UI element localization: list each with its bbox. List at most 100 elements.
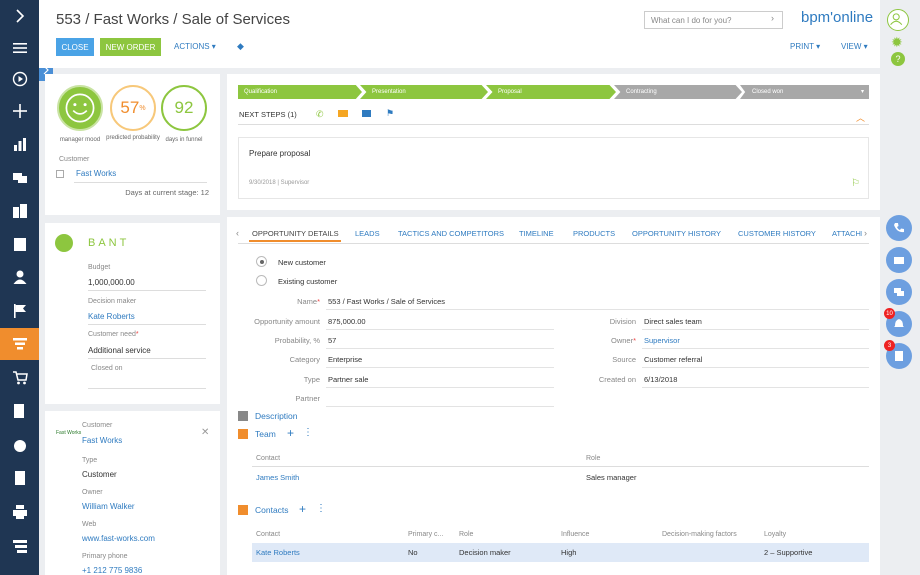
help-icon[interactable]: ?: [891, 52, 905, 66]
chevron-right-icon[interactable]: ›: [771, 13, 774, 23]
tab-tactics[interactable]: TACTICS AND COMPETITORS: [398, 229, 504, 238]
stage-closed-won[interactable]: Closed won: [740, 85, 869, 99]
task-card[interactable]: Prepare proposal 9/30/2018 | Supervisor …: [238, 137, 869, 199]
cart-icon[interactable]: [0, 362, 39, 394]
customer-need-value[interactable]: Additional service: [88, 346, 151, 355]
contact-icon[interactable]: [0, 261, 39, 293]
decision-maker-link[interactable]: Kate Roberts: [88, 312, 135, 321]
team-row-role: Sales manager: [586, 473, 637, 482]
add-icon[interactable]: +: [299, 502, 306, 516]
task-owner: Supervisor: [280, 180, 310, 186]
contacts-row-contact[interactable]: Kate Roberts: [256, 548, 300, 557]
customer-link[interactable]: Fast Works: [82, 436, 122, 445]
command-search-input[interactable]: What can I do for you?: [644, 11, 783, 29]
tab-customer-history[interactable]: CUSTOMER HISTORY: [738, 229, 816, 238]
contacts-toggle[interactable]: [238, 505, 248, 515]
funnel-icon[interactable]: [0, 328, 39, 360]
close-icon[interactable]: ✕: [201, 427, 209, 438]
divider: [88, 388, 206, 389]
contacts-header-role: Role: [459, 531, 474, 538]
email-icon[interactable]: [338, 110, 348, 117]
tab-opportunity-details[interactable]: OPPORTUNITY DETAILS: [252, 229, 339, 238]
gear-icon[interactable]: ✹: [891, 34, 903, 51]
probability-value: 57: [120, 98, 140, 117]
stage-qualification[interactable]: Qualification: [238, 85, 362, 99]
description-toggle[interactable]: [238, 411, 248, 421]
description-section[interactable]: Description: [255, 411, 298, 421]
task-title[interactable]: Prepare proposal: [249, 149, 310, 158]
flag-icon[interactable]: ⚑: [386, 108, 394, 119]
division-value[interactable]: Direct sales team: [644, 317, 702, 326]
building-icon[interactable]: [0, 228, 39, 260]
team-header-contact: Contact: [256, 455, 281, 462]
tag-icon[interactable]: ◆: [237, 41, 244, 52]
accounts-icon[interactable]: [0, 195, 39, 227]
category-value[interactable]: Enterprise: [328, 355, 362, 364]
budget-value[interactable]: 1,000,000.00: [88, 278, 135, 287]
name-value[interactable]: 553 / Fast Works / Sale of Services: [328, 297, 445, 306]
tab-products[interactable]: PRODUCTS: [573, 229, 615, 238]
owner-link[interactable]: Supervisor: [644, 336, 680, 345]
manager-mood-label: manager mood: [59, 137, 101, 143]
amount-value[interactable]: 875,000.00: [328, 317, 366, 326]
chat-button[interactable]: [886, 279, 912, 305]
printer-icon[interactable]: [0, 496, 39, 528]
add-icon[interactable]: +: [287, 426, 294, 440]
document-edit-icon[interactable]: [0, 395, 39, 427]
stack-icon[interactable]: [0, 530, 39, 562]
menu-icon[interactable]: [0, 32, 39, 64]
chevron-right-icon[interactable]: ›: [864, 228, 867, 238]
plus-icon[interactable]: [0, 95, 39, 127]
contacts-section[interactable]: Contacts: [255, 505, 289, 515]
contacts-row-primary: No: [408, 548, 418, 557]
close-button[interactable]: CLOSE: [56, 38, 94, 56]
chevron-down-icon[interactable]: ▾: [861, 88, 864, 95]
tab-opportunity-history[interactable]: OPPORTUNITY HISTORY: [632, 229, 721, 238]
phone-icon[interactable]: ✆: [316, 109, 324, 120]
source-value[interactable]: Customer referral: [644, 355, 702, 364]
type-value[interactable]: Partner sale: [328, 375, 368, 384]
chat-icon[interactable]: [362, 110, 371, 117]
phone-call-button[interactable]: [886, 215, 912, 241]
document-icon[interactable]: [0, 462, 39, 494]
new-order-button[interactable]: NEW ORDER: [100, 38, 161, 56]
new-customer-radio[interactable]: [256, 256, 267, 267]
stage-proposal[interactable]: Proposal: [486, 85, 616, 99]
phone-link[interactable]: +1 212 775 9836: [82, 566, 142, 575]
money-icon[interactable]: [0, 429, 39, 461]
contacts-header-factors: Decision-making factors: [662, 531, 737, 538]
view-button[interactable]: VIEW ▾: [841, 42, 868, 51]
profile-icon[interactable]: [887, 9, 909, 31]
chevron-left-icon[interactable]: ‹: [236, 228, 239, 238]
type-value: Customer: [82, 470, 117, 479]
customer-link[interactable]: Fast Works: [76, 169, 116, 178]
tab-leads[interactable]: LEADS: [355, 229, 380, 238]
email-button[interactable]: [886, 247, 912, 273]
existing-customer-radio[interactable]: [256, 275, 267, 286]
chevron-up-icon[interactable]: ︿: [856, 111, 865, 124]
team-row-contact[interactable]: James Smith: [256, 473, 299, 482]
print-button[interactable]: PRINT ▾: [790, 42, 820, 51]
tab-timeline[interactable]: TIMELINE: [519, 229, 554, 238]
play-icon[interactable]: [0, 63, 39, 95]
expand-icon[interactable]: [0, 0, 39, 32]
flag-icon[interactable]: [0, 295, 39, 327]
divider: [238, 124, 869, 125]
chart-icon[interactable]: [0, 128, 39, 160]
divider: [88, 358, 206, 359]
divider: [88, 324, 206, 325]
complete-flag-icon[interactable]: ⚐: [851, 178, 860, 189]
tab-attachments[interactable]: ATTACHI: [832, 229, 862, 238]
stage-contracting[interactable]: Contracting: [614, 85, 742, 99]
team-section[interactable]: Team: [255, 429, 276, 439]
owner-link[interactable]: William Walker: [82, 502, 135, 511]
web-link[interactable]: www.fast-works.com: [82, 534, 155, 543]
probability-value[interactable]: 57: [328, 336, 336, 345]
more-icon[interactable]: ⋮: [303, 427, 313, 438]
more-icon[interactable]: ⋮: [316, 503, 326, 514]
team-toggle[interactable]: [238, 429, 248, 439]
chat-icon[interactable]: [0, 162, 39, 194]
actions-button[interactable]: ACTIONS ▾: [174, 42, 216, 51]
existing-customer-label: Existing customer: [278, 277, 338, 286]
stage-presentation[interactable]: Presentation: [360, 85, 488, 99]
